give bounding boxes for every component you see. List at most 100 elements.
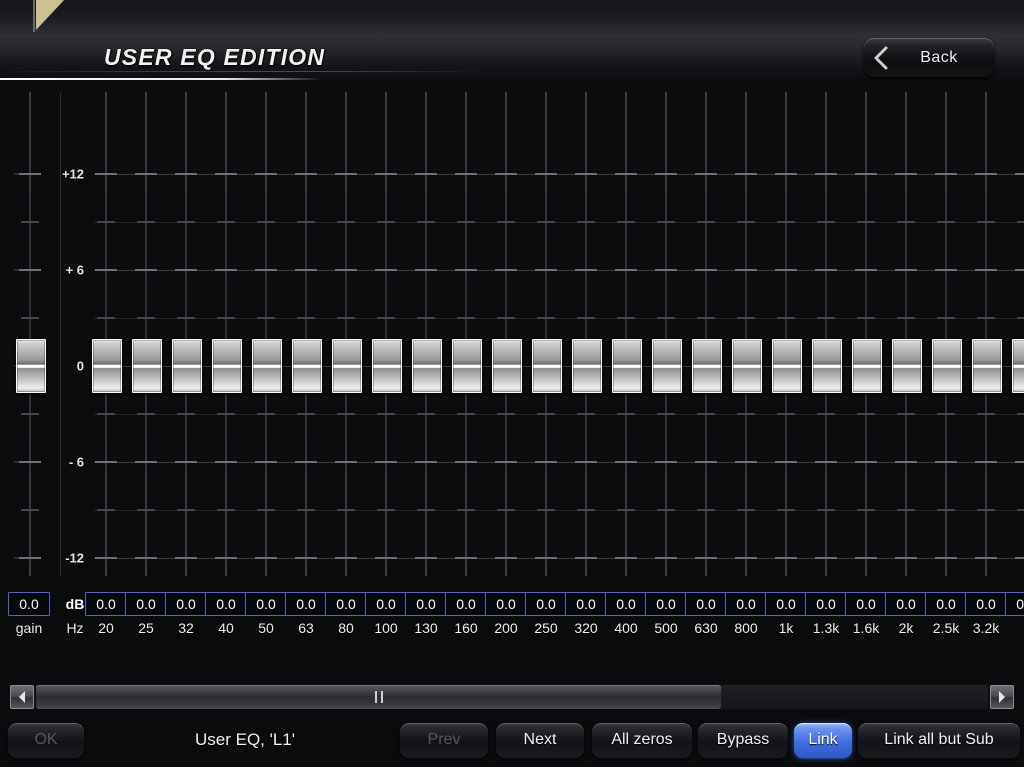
slider-track[interactable] [785, 92, 787, 576]
slider-thumb[interactable] [852, 339, 882, 393]
band-value-input[interactable]: 0.0 [885, 592, 927, 616]
band-value-input[interactable]: 0.0 [8, 592, 50, 616]
eq-slider-1.3k[interactable] [809, 84, 843, 584]
slider-thumb[interactable] [692, 339, 722, 393]
slider-track[interactable] [545, 92, 547, 576]
slider-thumb[interactable] [892, 339, 922, 393]
band-value-input[interactable]: 0.0 [125, 592, 167, 616]
band-value-input[interactable]: 0.0 [445, 592, 487, 616]
slider-track[interactable] [825, 92, 827, 576]
slider-track[interactable] [425, 92, 427, 576]
band-value-input[interactable]: 0.0 [685, 592, 727, 616]
slider-track[interactable] [665, 92, 667, 576]
band-value-input[interactable]: 0.0 [925, 592, 967, 616]
slider-track[interactable] [745, 92, 747, 576]
eq-slider-130[interactable] [409, 84, 443, 584]
band-value-input[interactable]: 0.0 [1005, 592, 1024, 616]
slider-thumb[interactable] [372, 339, 402, 393]
eq-slider-50[interactable] [249, 84, 283, 584]
slider-thumb[interactable] [772, 339, 802, 393]
slider-track[interactable] [185, 92, 187, 576]
band-value-input[interactable]: 0.0 [565, 592, 607, 616]
eq-slider-320[interactable] [569, 84, 603, 584]
slider-track[interactable] [145, 92, 147, 576]
eq-slider-500[interactable] [649, 84, 683, 584]
slider-thumb[interactable] [1012, 339, 1024, 393]
horizontal-scrollbar[interactable] [10, 684, 1014, 710]
bypass-button[interactable]: Bypass [698, 723, 788, 759]
slider-track[interactable] [945, 92, 947, 576]
slider-thumb[interactable] [92, 339, 122, 393]
band-value-input[interactable]: 0.0 [645, 592, 687, 616]
eq-slider-400[interactable] [609, 84, 643, 584]
band-value-input[interactable]: 0.0 [805, 592, 847, 616]
slider-thumb[interactable] [732, 339, 762, 393]
slider-thumb[interactable] [132, 339, 162, 393]
slider-thumb[interactable] [572, 339, 602, 393]
slider-thumb[interactable] [16, 339, 46, 393]
band-value-input[interactable]: 0.0 [245, 592, 287, 616]
slider-track[interactable] [985, 92, 987, 576]
band-value-input[interactable]: 0.0 [845, 592, 887, 616]
eq-slider-32[interactable] [169, 84, 203, 584]
band-value-input[interactable]: 0.0 [365, 592, 407, 616]
link-all-sub-button[interactable]: Link all but Sub [858, 723, 1020, 759]
eq-slider-3.2k[interactable] [969, 84, 1003, 584]
slider-track[interactable] [465, 92, 467, 576]
arrow-right-icon[interactable] [990, 685, 1014, 709]
eq-slider-25[interactable] [129, 84, 163, 584]
slider-track[interactable] [305, 92, 307, 576]
band-value-input[interactable]: 0.0 [285, 592, 327, 616]
slider-track[interactable] [705, 92, 707, 576]
slider-thumb[interactable] [412, 339, 442, 393]
slider-thumb[interactable] [292, 339, 322, 393]
slider-track[interactable] [105, 92, 107, 576]
slider-track[interactable] [905, 92, 907, 576]
slider-thumb[interactable] [532, 339, 562, 393]
band-value-input[interactable]: 0.0 [85, 592, 127, 616]
band-value-input[interactable]: 0.0 [165, 592, 207, 616]
scrollbar-thumb[interactable] [36, 685, 721, 709]
slider-track[interactable] [345, 92, 347, 576]
link-button[interactable]: Link [794, 723, 852, 759]
eq-slider-2k[interactable] [889, 84, 923, 584]
slider-thumb[interactable] [652, 339, 682, 393]
eq-slider-40[interactable] [209, 84, 243, 584]
eq-slider-630[interactable] [689, 84, 723, 584]
eq-slider-200[interactable] [489, 84, 523, 584]
back-button[interactable]: Back [864, 38, 994, 78]
slider-track[interactable] [865, 92, 867, 576]
slider-thumb[interactable] [932, 339, 962, 393]
eq-slider-160[interactable] [449, 84, 483, 584]
eq-slider-250[interactable] [529, 84, 563, 584]
slider-track[interactable] [625, 92, 627, 576]
next-button[interactable]: Next [496, 723, 584, 759]
band-value-input[interactable]: 0.0 [965, 592, 1007, 616]
eq-slider-extra[interactable] [1009, 84, 1024, 584]
slider-track[interactable] [225, 92, 227, 576]
slider-track[interactable] [585, 92, 587, 576]
band-value-input[interactable]: 0.0 [765, 592, 807, 616]
eq-slider-gain[interactable] [13, 84, 47, 584]
slider-track[interactable] [29, 92, 31, 576]
eq-slider-1k[interactable] [769, 84, 803, 584]
all-zeros-button[interactable]: All zeros [592, 723, 692, 759]
eq-slider-1.6k[interactable] [849, 84, 883, 584]
eq-slider-800[interactable] [729, 84, 763, 584]
slider-thumb[interactable] [332, 339, 362, 393]
slider-thumb[interactable] [172, 339, 202, 393]
slider-thumb[interactable] [212, 339, 242, 393]
slider-track[interactable] [265, 92, 267, 576]
slider-thumb[interactable] [452, 339, 482, 393]
band-value-input[interactable]: 0.0 [725, 592, 767, 616]
band-value-input[interactable]: 0.0 [405, 592, 447, 616]
slider-thumb[interactable] [492, 339, 522, 393]
eq-slider-80[interactable] [329, 84, 363, 584]
eq-slider-2.5k[interactable] [929, 84, 963, 584]
eq-slider-100[interactable] [369, 84, 403, 584]
band-value-input[interactable]: 0.0 [325, 592, 367, 616]
slider-thumb[interactable] [972, 339, 1002, 393]
arrow-left-icon[interactable] [10, 685, 34, 709]
eq-slider-63[interactable] [289, 84, 323, 584]
band-value-input[interactable]: 0.0 [205, 592, 247, 616]
